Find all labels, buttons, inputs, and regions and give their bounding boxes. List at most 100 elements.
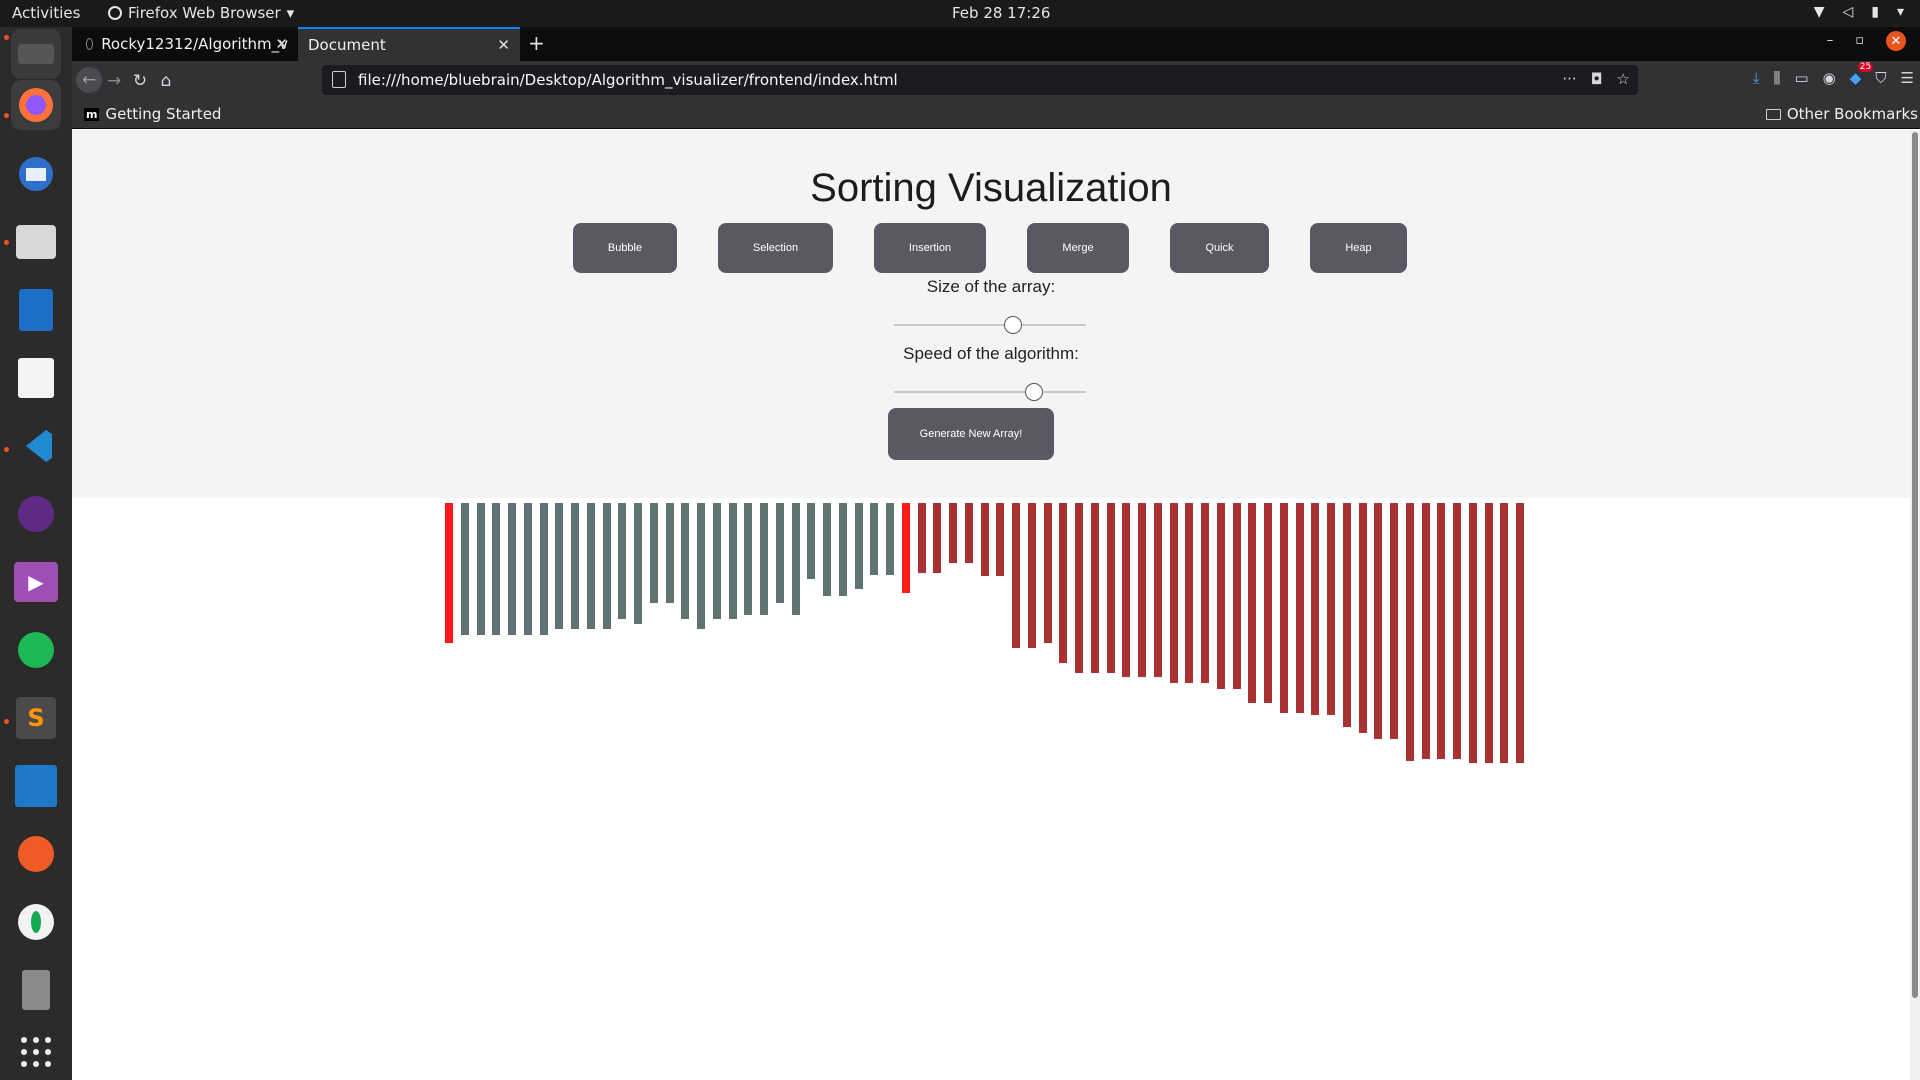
array-bar — [1516, 503, 1524, 763]
quick-sort-button[interactable]: Quick — [1170, 223, 1269, 273]
notification-badge: 25 — [1857, 62, 1874, 72]
bookmark-m-icon: m — [84, 107, 100, 121]
array-bar — [1091, 503, 1099, 673]
size-label: Size of the array: — [926, 277, 1056, 296]
array-bar — [823, 503, 831, 596]
window-close-icon[interactable]: ✕ — [1886, 31, 1906, 51]
array-bar — [1059, 503, 1067, 663]
slider-thumb[interactable] — [1025, 383, 1044, 401]
url-bar[interactable]: file:///home/bluebrain/Desktop/Algorithm… — [322, 65, 1638, 95]
array-bar — [1170, 503, 1178, 683]
download-icon[interactable]: ⤓ — [1753, 69, 1760, 87]
thunderbird-icon[interactable] — [11, 149, 61, 199]
more-actions-icon[interactable]: ··· — [1562, 70, 1576, 88]
system-monitor-icon[interactable] — [11, 761, 61, 811]
hamburger-menu-icon[interactable]: ☰ — [1901, 69, 1914, 87]
home-icon[interactable]: ⌂ — [154, 69, 178, 93]
sidebar-icon[interactable]: ▭ — [1794, 69, 1808, 87]
size-slider[interactable] — [894, 315, 1086, 335]
close-icon[interactable]: ✕ — [275, 35, 288, 53]
vscode-icon[interactable] — [11, 421, 61, 471]
array-bar — [1075, 503, 1083, 673]
close-icon[interactable]: ✕ — [497, 36, 510, 54]
minimize-icon[interactable]: – — [1827, 33, 1834, 51]
back-arrow-icon[interactable]: ← — [76, 67, 102, 93]
insertion-sort-button[interactable]: Insertion — [874, 223, 986, 273]
bookmark-getting-started[interactable]: m Getting Started — [84, 105, 221, 123]
tab-label: Document — [308, 36, 386, 54]
array-bar — [555, 503, 563, 629]
generate-array-button[interactable]: Generate New Array! — [888, 408, 1054, 460]
shield-icon[interactable]: ⛉ — [1875, 69, 1886, 87]
array-bar — [587, 503, 595, 629]
mongodb-compass-icon[interactable] — [11, 897, 61, 947]
bubble-sort-button[interactable]: Bubble — [573, 223, 677, 273]
array-bar — [1185, 503, 1193, 683]
library-icon[interactable]: ⫼ — [1774, 69, 1781, 87]
video-player-icon[interactable]: ▶ — [11, 557, 61, 607]
array-bar — [540, 503, 548, 635]
bookmark-other[interactable]: Other Bookmarks — [1765, 105, 1918, 123]
url-actions: ··· ◘ ☆ — [1562, 70, 1630, 88]
array-bar — [1012, 503, 1020, 648]
usb-drive-icon[interactable] — [11, 965, 61, 1015]
postman-icon[interactable] — [11, 829, 61, 879]
merge-sort-button[interactable]: Merge — [1027, 223, 1129, 273]
spotify-icon[interactable] — [11, 625, 61, 675]
heap-sort-button[interactable]: Heap — [1310, 223, 1407, 273]
array-bar — [1485, 503, 1493, 763]
array-bar — [729, 503, 737, 619]
account-icon[interactable]: ◉ — [1823, 69, 1836, 87]
power-icon: ▾ — [1896, 4, 1904, 20]
system-tray[interactable]: ▼ ◁ ▮ ▾ — [1814, 4, 1904, 20]
array-bar — [1327, 503, 1335, 715]
folder-icon — [1765, 108, 1781, 120]
tab-github[interactable]: Rocky12312/Algorithm_v ✕ — [76, 27, 298, 61]
firefox-icon[interactable] — [11, 80, 61, 130]
page-title: Sorting Visualization — [810, 166, 1172, 210]
array-bar — [981, 503, 989, 576]
array-bar — [1122, 503, 1130, 677]
podcast-icon[interactable] — [11, 489, 61, 539]
extension-icon[interactable]: ◆ 25 — [1850, 62, 1874, 87]
array-bar — [965, 503, 973, 563]
maximize-icon[interactable]: ▫ — [1855, 33, 1864, 51]
selection-sort-button[interactable]: Selection — [718, 223, 833, 273]
speed-label: Speed of the algorithm: — [903, 344, 1079, 363]
speed-slider[interactable] — [894, 382, 1086, 402]
activities-button[interactable]: Activities — [12, 4, 80, 22]
scrollbar[interactable] — [1910, 130, 1920, 1080]
scrollbar-thumb[interactable] — [1912, 132, 1918, 998]
new-tab-button[interactable]: + — [528, 31, 545, 55]
array-bar — [1469, 503, 1477, 763]
app-menu[interactable]: Firefox Web Browser ▾ — [108, 4, 294, 22]
array-bar — [1107, 503, 1115, 673]
slider-thumb[interactable] — [1004, 316, 1023, 334]
reload-icon[interactable]: ↻ — [128, 69, 152, 93]
files-icon[interactable] — [11, 217, 61, 267]
array-bar — [855, 503, 863, 589]
firefox-small-icon — [108, 6, 122, 20]
app-menu-label: Firefox Web Browser — [128, 4, 281, 22]
sublime-text-icon[interactable]: S — [11, 693, 61, 743]
toolbar-icons: ⤓ ⫼ ▭ ◉ ◆ 25 ⛉ ☰ — [1753, 62, 1914, 87]
tab-document[interactable]: Document ✕ — [298, 27, 520, 61]
pocket-icon[interactable]: ◘ — [1591, 70, 1603, 88]
array-bar — [1280, 503, 1288, 713]
running-indicator — [4, 240, 9, 245]
url-text: file:///home/bluebrain/Desktop/Algorithm… — [358, 71, 898, 89]
array-bar — [886, 503, 894, 575]
slider-track — [894, 324, 1086, 326]
bookmark-star-icon[interactable]: ☆ — [1617, 70, 1630, 88]
terminal-icon[interactable] — [11, 29, 61, 79]
clock[interactable]: Feb 28 17:26 — [952, 4, 1050, 22]
array-bar — [681, 503, 689, 619]
array-bar — [839, 503, 847, 596]
show-applications-icon[interactable] — [11, 1027, 61, 1077]
text-editor-icon[interactable] — [11, 353, 61, 403]
array-bar — [1264, 503, 1272, 703]
forward-arrow-icon[interactable]: → — [102, 69, 126, 93]
controls-panel: Sorting Visualization Bubble Selection I… — [72, 130, 1910, 498]
writer-icon[interactable] — [11, 285, 61, 335]
wifi-icon: ▼ — [1813, 4, 1825, 20]
